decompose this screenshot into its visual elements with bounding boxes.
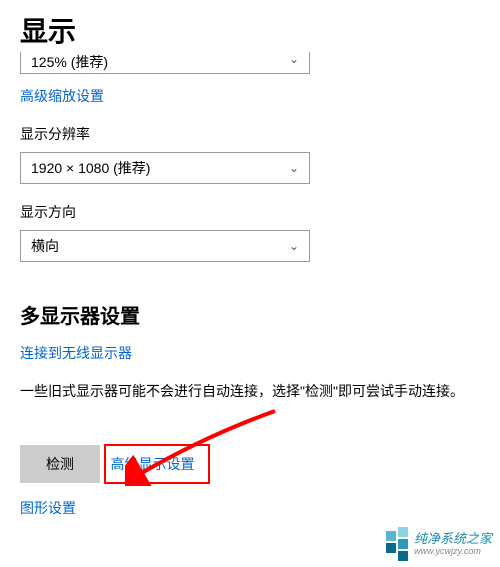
graphics-settings-link[interactable]: 图形设置 bbox=[20, 498, 76, 518]
watermark: 纯净系统之家 www.ycwjzy.com bbox=[386, 527, 492, 561]
orientation-dropdown-value: 横向 bbox=[31, 236, 59, 256]
legacy-monitor-info: 一些旧式显示器可能不会进行自动连接，选择"检测"即可尝试手动连接。 bbox=[20, 381, 480, 402]
chevron-down-icon: ⌄ bbox=[289, 239, 299, 253]
scale-dropdown[interactable]: 125% (推荐) ⌄ bbox=[20, 52, 310, 74]
orientation-label: 显示方向 bbox=[20, 202, 480, 222]
resolution-dropdown[interactable]: 1920 × 1080 (推荐) ⌄ bbox=[20, 152, 310, 184]
orientation-dropdown[interactable]: 横向 ⌄ bbox=[20, 230, 310, 262]
watermark-brand: 纯净系统之家 bbox=[414, 532, 492, 546]
watermark-url: www.ycwjzy.com bbox=[414, 546, 492, 556]
watermark-logo bbox=[386, 527, 408, 561]
chevron-down-icon: ⌄ bbox=[289, 161, 299, 175]
scale-dropdown-value: 125% (推荐) bbox=[31, 52, 108, 72]
resolution-label: 显示分辨率 bbox=[20, 124, 480, 144]
detect-button[interactable]: 检测 bbox=[20, 445, 100, 483]
highlight-box: 高级显示设置 bbox=[104, 444, 210, 484]
advanced-scaling-link[interactable]: 高级缩放设置 bbox=[20, 86, 104, 106]
page-title: 显示 bbox=[20, 10, 480, 50]
advanced-display-settings-link[interactable]: 高级显示设置 bbox=[110, 454, 194, 474]
connect-wireless-display-link[interactable]: 连接到无线显示器 bbox=[20, 343, 132, 363]
chevron-down-icon: ⌄ bbox=[289, 52, 299, 66]
multi-monitor-heading: 多显示器设置 bbox=[20, 300, 480, 329]
resolution-dropdown-value: 1920 × 1080 (推荐) bbox=[31, 158, 150, 178]
